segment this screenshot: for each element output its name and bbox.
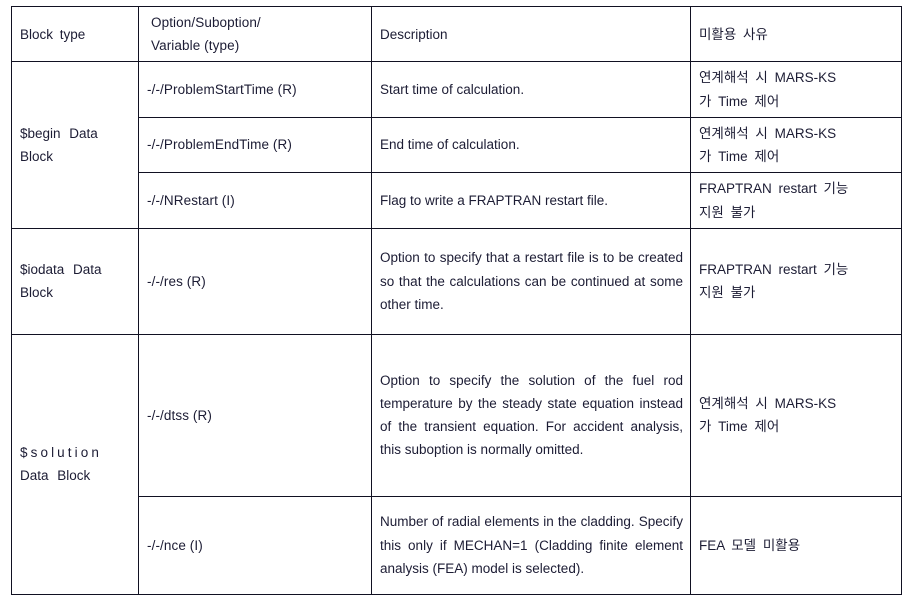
reason-cell: 연계해석 시 MARS-KS 가 Time 제어	[690, 116, 902, 174]
option-label: -/-/dtss (R)	[147, 407, 212, 423]
table-row: $begin Data Block -/-/ProblemStartTime (…	[11, 61, 902, 229]
reason-line2: 지원 불가	[699, 204, 756, 220]
description-cell: Option to specify the solution of the fu…	[371, 333, 691, 497]
description-cell: Option to specify that a restart file is…	[371, 227, 691, 335]
reason-line2: 지원 불가	[699, 285, 756, 301]
header-block-type-label: Block type	[20, 26, 86, 42]
table-row: -/-/NRestart (I) Flag to write a FRAPTRA…	[12, 172, 902, 229]
reason-cell: FEA 모델 미활용	[690, 495, 902, 595]
header-reason-label: 미활용 사유	[699, 26, 768, 42]
header-description: Description	[371, 5, 691, 63]
reason-cell: 연계해석 시 MARS-KS 가 Time 제어	[690, 61, 902, 118]
description-text: Start time of calculation.	[380, 82, 525, 98]
description-cell: Number of radial elements in the claddin…	[371, 495, 691, 595]
option-cell: -/-/res (R)	[138, 227, 372, 335]
reason-cell: 연계해석 시 MARS-KS 가 Time 제어	[690, 333, 902, 497]
option-label: -/-/NRestart (I)	[147, 192, 235, 208]
reason-line1: 연계해석 시 MARS-KS	[699, 70, 837, 86]
option-label: -/-/ProblemEndTime (R)	[147, 137, 292, 153]
option-cell: -/-/nce (I)	[138, 495, 372, 595]
block-type-line2: Block	[20, 149, 54, 165]
table-row: -/-/nce (I) Number of radial elements in…	[12, 495, 902, 595]
option-cell: -/-/ProblemStartTime (R)	[138, 61, 372, 118]
block-type-line2: Data Block	[20, 468, 91, 484]
reason-line2: 가 Time 제어	[699, 149, 780, 165]
description-text: Number of radial elements in the claddin…	[380, 514, 683, 576]
block-type-line1: $iodata Data	[20, 262, 102, 278]
reason-line2: 가 Time 제어	[699, 93, 780, 109]
header-reason: 미활용 사유	[690, 5, 902, 63]
reason-line1: FRAPTRAN restart 기능	[699, 181, 849, 197]
description-text: Option to specify the solution of the fu…	[380, 372, 683, 458]
block-type-line1: $solution	[20, 445, 102, 461]
reason-line1: 연계해석 시 MARS-KS	[699, 125, 837, 141]
block-type-line2: Block	[20, 285, 54, 301]
option-cell: -/-/dtss (R)	[138, 333, 372, 497]
description-text: Flag to write a FRAPTRAN restart file.	[380, 192, 609, 208]
reason-line2: 가 Time 제어	[699, 419, 780, 435]
reason-line1: FEA 모델 미활용	[699, 537, 801, 553]
table-row: $solution Data Block -/-/dtss (R) Option…	[11, 333, 902, 595]
block-type-cell-iodata: $iodata Data Block	[11, 227, 139, 335]
reason-cell: FRAPTRAN restart 기능 지원 불가	[690, 172, 902, 229]
description-cell: End time of calculation.	[371, 116, 691, 174]
block-type-line1: $begin Data	[20, 125, 98, 141]
option-label: -/-/ProblemStartTime (R)	[147, 82, 297, 98]
header-option-line2: Variable (type)	[151, 38, 240, 54]
block-type-cell-begin: $begin Data Block	[11, 61, 139, 229]
header-block-type: Block type	[11, 5, 139, 63]
description-cell: Start time of calculation.	[371, 61, 691, 118]
table-header-row: Block type Option/Suboption/ Variable (t…	[11, 5, 902, 63]
option-cell: -/-/ProblemEndTime (R)	[138, 116, 372, 174]
description-cell: Flag to write a FRAPTRAN restart file.	[371, 172, 691, 229]
header-description-label: Description	[380, 26, 448, 42]
reason-cell: FRAPTRAN restart 기능 지원 불가	[690, 227, 902, 335]
option-label: -/-/nce (I)	[147, 537, 203, 553]
description-text: End time of calculation.	[380, 137, 520, 153]
header-option: Option/Suboption/ Variable (type)	[138, 5, 372, 63]
spec-table-container: Block type Option/Suboption/ Variable (t…	[11, 5, 902, 595]
reason-line1: FRAPTRAN restart 기능	[699, 262, 849, 278]
option-cell: -/-/NRestart (I)	[138, 172, 372, 229]
fraptran-option-table: Block type Option/Suboption/ Variable (t…	[11, 5, 902, 595]
header-option-line1: Option/Suboption/	[151, 15, 261, 30]
table-row: -/-/ProblemEndTime (R) End time of calcu…	[12, 116, 902, 174]
reason-line1: 연계해석 시 MARS-KS	[699, 396, 837, 412]
table-row: $iodata Data Block -/-/res (R) Option to…	[11, 227, 902, 335]
option-label: -/-/res (R)	[147, 273, 206, 289]
block-type-cell-solution: $solution Data Block	[11, 333, 139, 595]
description-text: Option to specify that a restart file is…	[380, 250, 683, 312]
